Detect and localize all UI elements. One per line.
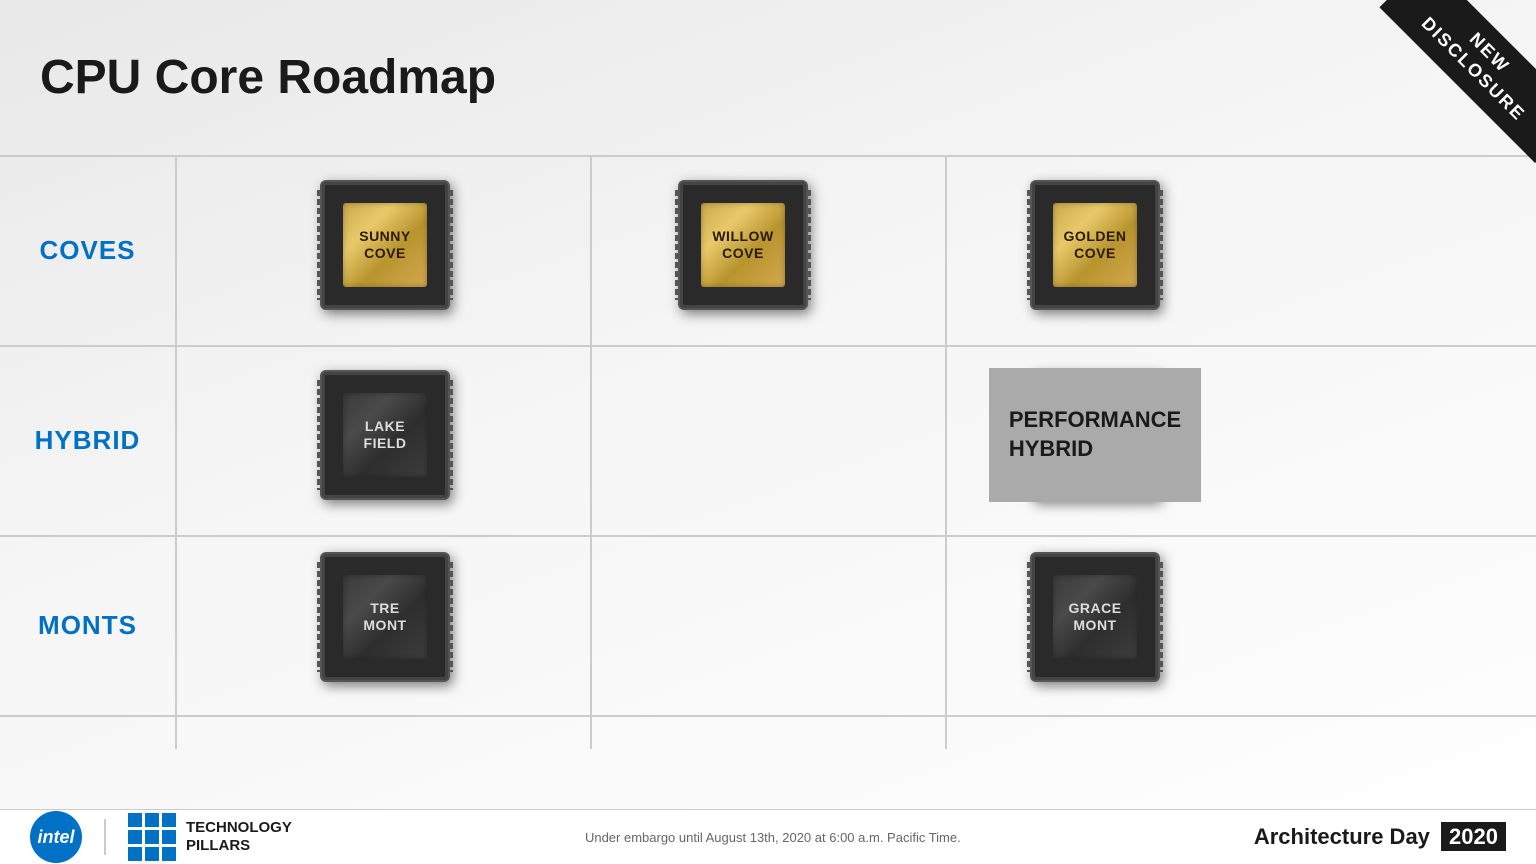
col-line-left [175, 155, 177, 749]
cpu-die: SUNNYCOVE [343, 203, 427, 287]
willow-cove-chip: WILLOWCOVE [678, 180, 808, 310]
col-line-mid [590, 155, 592, 749]
row-divider-top [0, 155, 1536, 157]
tech-pillars: TECHNOLOGYPILLARS [128, 813, 292, 861]
pillars-dots-icon [128, 813, 176, 861]
gracemont-chip: GRACEMONT [1030, 552, 1160, 682]
chip-label: WILLOWCOVE [712, 228, 773, 262]
row-divider-3 [0, 715, 1536, 717]
footer: intel TECHNOLOGYPILLARS Under embargo un… [0, 809, 1536, 864]
pillars-text: TECHNOLOGYPILLARS [186, 819, 292, 855]
performance-hybrid-label: PERFORMANCEHYBRID [989, 368, 1201, 502]
cpu-die: GRACEMONT [1053, 575, 1137, 659]
new-disclosure-banner: NEWDISCLOSURE [1336, 0, 1536, 200]
cpu-outer: GOLDENCOVE [1030, 180, 1160, 310]
row-divider-1 [0, 345, 1536, 347]
arch-day: Architecture Day 2020 [1254, 824, 1506, 850]
footer-divider [104, 819, 106, 855]
golden-cove-chip: GOLDENCOVE [1030, 180, 1160, 310]
chip-label: GRACEMONT [1068, 600, 1121, 634]
tremont-chip: TREMONT [320, 552, 450, 682]
monts-label: MONTS [0, 535, 175, 715]
chip-label: GOLDENCOVE [1064, 228, 1127, 262]
cpu-outer: LAKEFIELD [320, 370, 450, 500]
cpu-die: WILLOWCOVE [701, 203, 785, 287]
intel-icon: intel [30, 811, 82, 863]
chip-label: SUNNYCOVE [359, 228, 411, 262]
embargo-text: Under embargo until August 13th, 2020 at… [585, 830, 961, 845]
cpu-outer: WILLOWCOVE [678, 180, 808, 310]
lake-field-chip: LAKEFIELD [320, 370, 450, 500]
new-disclosure-text: NEWDISCLOSURE [1380, 0, 1536, 163]
slide: NEWDISCLOSURE CPU Core Roadmap COVES HYB… [0, 0, 1536, 864]
chip-label: LAKEFIELD [364, 418, 407, 452]
col-line-right [945, 155, 947, 749]
cpu-outer: SUNNYCOVE [320, 180, 450, 310]
cpu-outer: GRACEMONT [1030, 552, 1160, 682]
grid-area: COVES HYBRID MONTS SUNNYCOVE WILLOWCOVE [0, 155, 1536, 749]
coves-label: COVES [0, 155, 175, 345]
cpu-die: TREMONT [343, 575, 427, 659]
row-divider-2 [0, 535, 1536, 537]
page-title: CPU Core Roadmap [40, 50, 496, 105]
cpu-die: LAKEFIELD [343, 393, 427, 477]
intel-logo: intel TECHNOLOGYPILLARS [30, 811, 292, 863]
chip-label: TREMONT [363, 600, 406, 634]
cpu-outer: TREMONT [320, 552, 450, 682]
hybrid-label: HYBRID [0, 345, 175, 535]
cpu-die: GOLDENCOVE [1053, 203, 1137, 287]
alder-lake-chip: ALDERLAKE PERFORMANCEHYBRID [1030, 370, 1160, 500]
sunny-cove-chip: SUNNYCOVE [320, 180, 450, 310]
